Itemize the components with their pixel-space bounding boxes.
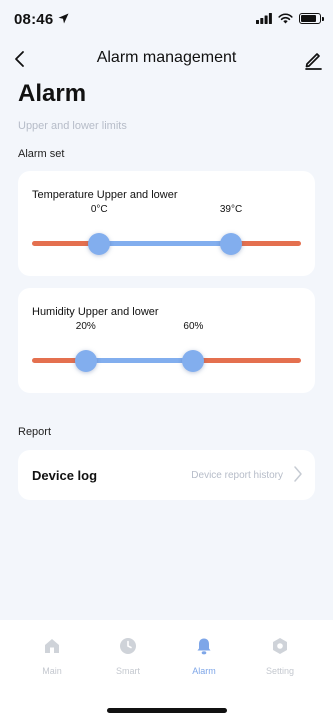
humidity-upper-value: 60% (183, 321, 204, 332)
temperature-card: Temperature Upper and lower 0°C 39°C (18, 171, 315, 276)
alarm-set-label: Alarm set (18, 148, 65, 160)
tab-smart-label: Smart (115, 666, 140, 676)
tab-main-label: Main (42, 666, 62, 676)
battery-level-fill (301, 15, 317, 22)
home-icon (45, 639, 59, 653)
battery-icon (299, 13, 324, 24)
home-indicator (107, 708, 227, 713)
humidity-card: Humidity Upper and lower 20% 60% (18, 288, 315, 393)
status-bar: 08:46 (0, 0, 333, 40)
tab-alarm[interactable]: Alarm (174, 636, 234, 676)
page-title: Alarm (18, 80, 87, 107)
navigation-bar: Alarm management (0, 44, 333, 74)
temperature-upper-value: 39°C (219, 204, 243, 215)
slider-track-high (193, 358, 301, 363)
tab-setting[interactable]: Setting (250, 636, 310, 676)
temperature-card-title: Temperature Upper and lower (32, 189, 178, 201)
location-arrow-icon (58, 13, 69, 24)
device-log-title: Device log (32, 468, 98, 483)
page-subtitle: Upper and lower limits (18, 120, 127, 132)
slider-track-range (99, 241, 232, 246)
temperature-lower-handle[interactable] (88, 233, 111, 255)
wifi-icon (278, 13, 293, 24)
chevron-right-icon (294, 466, 302, 482)
slider-track-range (85, 358, 194, 363)
tab-bar: Main Smart Alarm Setting (0, 620, 333, 720)
humidity-upper-handle[interactable] (182, 350, 205, 372)
cellular-signal-icon (256, 13, 272, 24)
humidity-range-slider[interactable] (32, 350, 301, 372)
device-log-row[interactable]: Device log Device report history (18, 450, 315, 500)
tab-smart[interactable]: Smart (98, 636, 158, 676)
device-log-hint: Device report history (191, 470, 283, 481)
humidity-card-title: Humidity Upper and lower (32, 306, 159, 318)
humidity-lower-value: 20% (75, 321, 96, 332)
status-indicators (256, 13, 324, 24)
gear-icon (273, 638, 287, 654)
bell-icon (197, 638, 211, 655)
tab-main[interactable]: Main (22, 636, 82, 676)
temperature-upper-handle[interactable] (220, 233, 243, 255)
report-label: Report (18, 426, 52, 438)
nav-title: Alarm management (96, 49, 237, 66)
temperature-range-slider[interactable] (32, 233, 301, 255)
temperature-lower-value: 0°C (90, 204, 108, 215)
clock-icon (120, 638, 136, 654)
edit-pen-icon[interactable] (302, 48, 324, 70)
tab-alarm-label: Alarm (192, 666, 216, 676)
status-time: 08:46 (14, 11, 54, 28)
humidity-lower-handle[interactable] (74, 350, 97, 372)
tab-setting-label: Setting (265, 666, 295, 676)
